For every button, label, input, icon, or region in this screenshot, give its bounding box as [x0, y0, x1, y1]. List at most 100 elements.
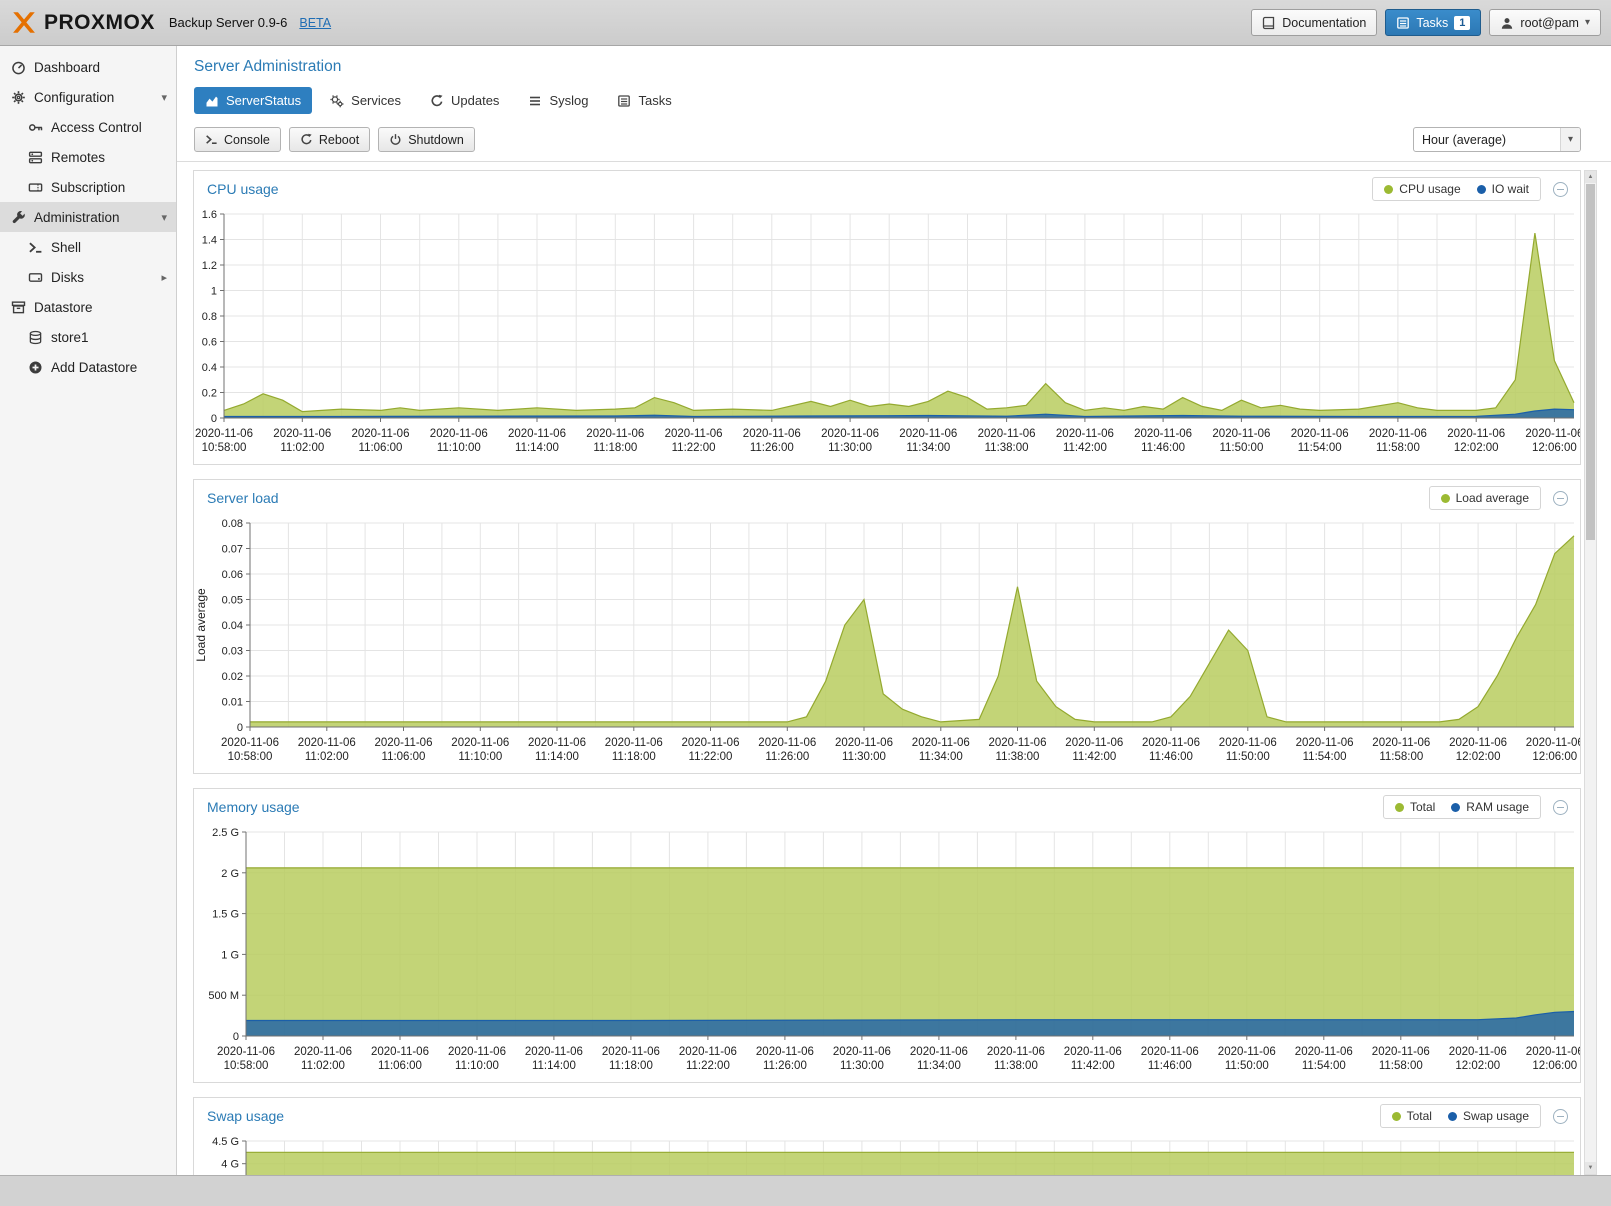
svg-text:2020-11-06: 2020-11-06	[273, 428, 331, 440]
svg-text:0.03: 0.03	[222, 646, 243, 658]
sidebar-item-store1[interactable]: store1	[0, 322, 176, 352]
svg-text:2020-11-06: 2020-11-06	[1064, 1046, 1122, 1058]
svg-text:1.4: 1.4	[202, 235, 217, 247]
svg-text:2020-11-06: 2020-11-06	[221, 737, 279, 749]
svg-text:2020-11-06: 2020-11-06	[743, 428, 801, 440]
beta-link[interactable]: BETA	[299, 16, 331, 30]
svg-text:11:38:00: 11:38:00	[996, 751, 1040, 763]
collapse-panel-icon[interactable]	[1553, 491, 1568, 506]
svg-text:11:02:00: 11:02:00	[280, 442, 324, 454]
tab-label: Services	[351, 93, 401, 108]
tab-syslog[interactable]: Syslog	[517, 87, 599, 114]
svg-text:2020-11-06: 2020-11-06	[1369, 428, 1427, 440]
sidebar-item-add-datastore[interactable]: Add Datastore	[0, 352, 176, 382]
svg-text:2020-11-06: 2020-11-06	[899, 428, 957, 440]
cpu-usage-chart: 00.20.40.60.811.21.41.62020-11-0610:58:0…	[194, 206, 1580, 464]
collapse-panel-icon[interactable]	[1553, 182, 1568, 197]
shutdown-button[interactable]: Shutdown	[378, 127, 475, 152]
brand-name: PROXMOX	[44, 11, 155, 35]
brand: PROXMOX Backup Server 0.9-6 BETA	[10, 9, 331, 37]
tab-tasks[interactable]: Tasks	[606, 87, 682, 114]
svg-text:0: 0	[233, 1031, 239, 1043]
svg-text:0.05: 0.05	[222, 595, 243, 607]
dashboard-icon	[10, 60, 26, 75]
svg-text:11:42:00: 11:42:00	[1063, 442, 1107, 454]
svg-text:2020-11-06: 2020-11-06	[1449, 1046, 1507, 1058]
svg-text:2020-11-06: 2020-11-06	[1296, 737, 1354, 749]
svg-text:2020-11-06: 2020-11-06	[1372, 1046, 1430, 1058]
svg-text:11:02:00: 11:02:00	[305, 751, 349, 763]
svg-text:11:22:00: 11:22:00	[672, 442, 716, 454]
svg-text:2020-11-06: 2020-11-06	[665, 428, 723, 440]
user-menu-button[interactable]: root@pam ▾	[1489, 9, 1601, 36]
panel-header: Server load Load average	[194, 480, 1580, 515]
svg-text:2020-11-06: 2020-11-06	[1291, 428, 1349, 440]
svg-text:11:10:00: 11:10:00	[455, 1060, 499, 1072]
tab-serverstatus[interactable]: ServerStatus	[194, 87, 312, 114]
svg-text:11:30:00: 11:30:00	[828, 442, 872, 454]
svg-text:2020-11-06: 2020-11-06	[1295, 1046, 1353, 1058]
svg-text:12:06:00: 12:06:00	[1532, 1060, 1577, 1072]
sidebar-item-label: Configuration	[34, 90, 114, 105]
sidebar-item-disks[interactable]: Disks ▸	[0, 262, 176, 292]
sidebar-item-access-control[interactable]: Access Control	[0, 112, 176, 142]
svg-text:10:58:00: 10:58:00	[228, 751, 273, 763]
reboot-button[interactable]: Reboot	[289, 127, 370, 152]
sidebar-item-datastore[interactable]: Datastore	[0, 292, 176, 322]
svg-text:11:22:00: 11:22:00	[689, 751, 733, 763]
console-button[interactable]: Console	[194, 127, 281, 152]
svg-text:2020-11-06: 2020-11-06	[1526, 1046, 1580, 1058]
timeframe-select[interactable]: Hour (average) ▾	[1413, 127, 1581, 152]
console-label: Console	[224, 133, 270, 147]
sidebar-item-label: Add Datastore	[51, 360, 137, 375]
sidebar-item-label: Administration	[34, 210, 120, 225]
sidebar-item-shell[interactable]: Shell	[0, 232, 176, 262]
proxmox-logo-icon	[10, 9, 38, 37]
svg-text:11:58:00: 11:58:00	[1379, 1060, 1423, 1072]
tasks-badge: 1	[1454, 16, 1470, 30]
svg-text:2020-11-06: 2020-11-06	[682, 737, 740, 749]
archive-icon	[10, 300, 26, 315]
sidebar-item-label: Datastore	[34, 300, 93, 315]
sidebar-item-administration[interactable]: Administration▾	[0, 202, 176, 232]
svg-text:2020-11-06: 2020-11-06	[1449, 737, 1507, 749]
legend-label: RAM usage	[1466, 800, 1529, 814]
collapse-panel-icon[interactable]	[1553, 1109, 1568, 1124]
svg-text:11:38:00: 11:38:00	[985, 442, 1029, 454]
sidebar-item-subscription[interactable]: Subscription	[0, 172, 176, 202]
tab-updates[interactable]: Updates	[419, 87, 510, 114]
chevron-right-icon: ▸	[161, 271, 167, 284]
scrollbar-thumb[interactable]	[1586, 184, 1595, 540]
area-chart-icon	[205, 94, 219, 108]
svg-text:2020-11-06: 2020-11-06	[448, 1046, 506, 1058]
scroll-down-button[interactable]: ▼	[1585, 1162, 1596, 1174]
sidebar-item-label: Disks	[51, 270, 84, 285]
svg-text:0: 0	[211, 413, 217, 425]
sidebar-item-dashboard[interactable]: Dashboard	[0, 52, 176, 82]
sidebar-item-remotes[interactable]: Remotes	[0, 142, 176, 172]
sidebar-item-configuration[interactable]: Configuration▾	[0, 82, 176, 112]
legend-dot	[1451, 803, 1460, 812]
legend-item-total: Total	[1395, 800, 1435, 814]
tasks-button[interactable]: Tasks 1	[1385, 9, 1481, 36]
svg-text:0.06: 0.06	[222, 569, 243, 581]
tab-services[interactable]: Services	[319, 87, 412, 114]
svg-text:11:02:00: 11:02:00	[301, 1060, 345, 1072]
scroll-up-button[interactable]: ▲	[1585, 171, 1596, 183]
svg-text:11:46:00: 11:46:00	[1148, 1060, 1192, 1072]
swap-usage-panel: Swap usage TotalSwap usage 0500 M1 G1.5 …	[193, 1097, 1581, 1175]
svg-text:11:46:00: 11:46:00	[1149, 751, 1193, 763]
toolbar: Console Reboot Shutdown Hour (average) ▾	[177, 120, 1611, 162]
svg-text:11:34:00: 11:34:00	[919, 751, 963, 763]
bottom-strip	[0, 1175, 1611, 1206]
svg-text:2020-11-06: 2020-11-06	[1525, 428, 1580, 440]
svg-text:2020-11-06: 2020-11-06	[371, 1046, 429, 1058]
collapse-panel-icon[interactable]	[1553, 800, 1568, 815]
plus-circle-icon	[27, 360, 43, 375]
svg-text:2020-11-06: 2020-11-06	[833, 1046, 891, 1058]
legend-dot	[1448, 1112, 1457, 1121]
documentation-button[interactable]: Documentation	[1251, 9, 1377, 36]
documentation-label: Documentation	[1282, 16, 1366, 30]
vertical-scrollbar[interactable]: ▲ ▼	[1584, 170, 1597, 1175]
legend-item-total: Total	[1392, 1109, 1432, 1123]
